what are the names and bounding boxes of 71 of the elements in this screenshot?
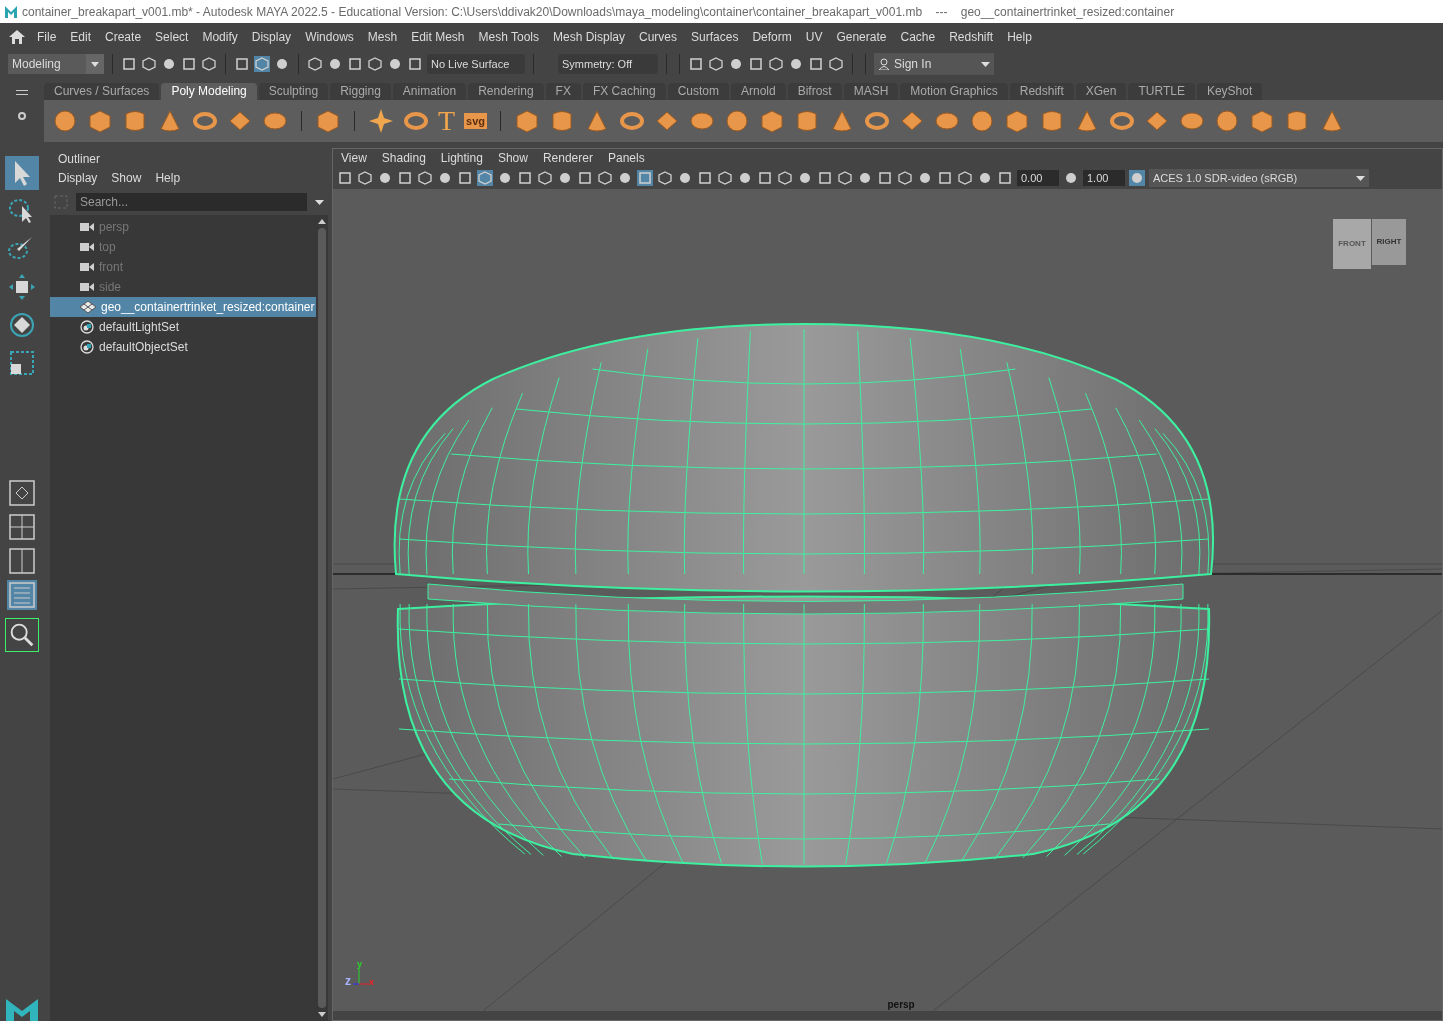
svg-tool-icon[interactable]: svg [464, 112, 488, 130]
menu-item[interactable]: Mesh [360, 27, 405, 46]
shelf-tab[interactable]: Poly Modeling [161, 83, 257, 100]
axis-label: y [357, 958, 362, 971]
item-label: top [99, 239, 116, 256]
menu-item[interactable]: Edit Mesh [404, 27, 472, 46]
axis-label: z [345, 973, 351, 990]
menu-item[interactable]: Modify [195, 27, 245, 46]
shelf-tab[interactable]: Custom [667, 83, 729, 100]
menu-item[interactable]: Panels [607, 149, 645, 167]
menu-item[interactable]: Curves [632, 27, 685, 46]
item-label: defaultObjectSet [99, 339, 188, 356]
shelf-tab[interactable]: Bifrost [787, 83, 842, 100]
window-title: container_breakapart_v001.mb* - Autodesk MAYA 2022.5 - Educational Version: C:\Users\ddivak20\Downloads\maya_modeling\container\container_breakapart_v001.mb --- geo__containertrinket_resized:container [22, 3, 1175, 21]
menu-item[interactable]: Help [155, 169, 181, 187]
menu-item[interactable]: Surfaces [684, 27, 746, 46]
item-label: defaultLightSet [99, 319, 180, 336]
menu-item[interactable]: Mesh Display [546, 27, 633, 46]
camera-label: persp [887, 998, 915, 1012]
menu-item[interactable]: Help [1000, 27, 1039, 46]
shelf-tab[interactable]: MASH [843, 83, 899, 100]
gamma-field[interactable]: 1.00 [1083, 169, 1125, 187]
menu-item[interactable]: Select [148, 27, 196, 46]
live-surface-field[interactable]: No Live Surface [427, 54, 525, 74]
shelf-tab[interactable]: Rigging [330, 83, 391, 100]
symmetry-field[interactable]: Symmetry: Off [558, 54, 658, 74]
exposure-field[interactable]: 0.00 [1017, 169, 1059, 187]
menu-item[interactable]: Lighting [440, 149, 483, 167]
color-space-dropdown[interactable]: ACES 1.0 SDR-video (sRGB) [1149, 169, 1369, 187]
axis-label: x [369, 976, 374, 989]
shelf-tab[interactable]: Curves / Surfaces [44, 83, 160, 100]
shelf-tab[interactable]: FX [545, 83, 581, 100]
item-label: side [99, 279, 121, 296]
outliner-item[interactable]: defaultObjectSet [50, 337, 316, 357]
item-label: geo__containertrinket_resized:container [101, 299, 315, 316]
item-label: persp [99, 219, 130, 236]
shelf-tab[interactable]: Sculpting [258, 83, 329, 100]
outliner-item[interactable]: geo__containertrinket_resized:container [50, 297, 316, 317]
menu-item[interactable]: Edit [63, 27, 99, 46]
shelf-tab[interactable]: Animation [392, 83, 467, 100]
menu-item[interactable]: Create [98, 27, 149, 46]
menu-item[interactable]: Windows [298, 27, 361, 46]
shelf-tab[interactable]: Arnold [730, 83, 786, 100]
menu-item[interactable]: Shading [381, 149, 426, 167]
shelf-tab[interactable]: TURTLE [1128, 83, 1195, 100]
menu-item[interactable]: Show [497, 149, 528, 167]
shelf-tab[interactable]: Motion Graphics [900, 83, 1008, 100]
item-label: front [99, 259, 123, 276]
sign-in-button[interactable]: Sign In [874, 53, 994, 75]
menu-item[interactable]: Display [244, 27, 299, 46]
menu-item[interactable]: Mesh Tools [471, 27, 546, 46]
shelf-tab[interactable]: Rendering [468, 83, 544, 100]
menu-item[interactable]: Display [58, 169, 98, 187]
menu-item[interactable]: UV [798, 27, 830, 46]
cube-face[interactable]: RIGHT [1372, 219, 1406, 265]
shelf-tab[interactable]: Redshift [1009, 83, 1074, 100]
outliner-item[interactable]: defaultLightSet [50, 317, 316, 337]
menu-item[interactable]: File [30, 27, 64, 46]
mode-dropdown[interactable]: Modeling [8, 54, 104, 74]
menu-item[interactable]: Renderer [542, 149, 593, 167]
menu-item[interactable]: Generate [829, 27, 894, 46]
menu-item[interactable]: Redshift [942, 27, 1001, 46]
shelf-tab[interactable]: FX Caching [582, 83, 666, 100]
search-field[interactable]: Search... [76, 193, 307, 211]
menu-item[interactable]: Show [111, 169, 142, 187]
shelf-tab[interactable]: XGen [1075, 83, 1127, 100]
menu-item[interactable]: View [341, 149, 367, 167]
menu-item[interactable]: Cache [893, 27, 943, 46]
shelf-tab[interactable]: KeyShot [1196, 83, 1263, 100]
view-cube[interactable]: FRONT RIGHT [1333, 219, 1406, 269]
menu-item[interactable]: Deform [745, 27, 799, 46]
